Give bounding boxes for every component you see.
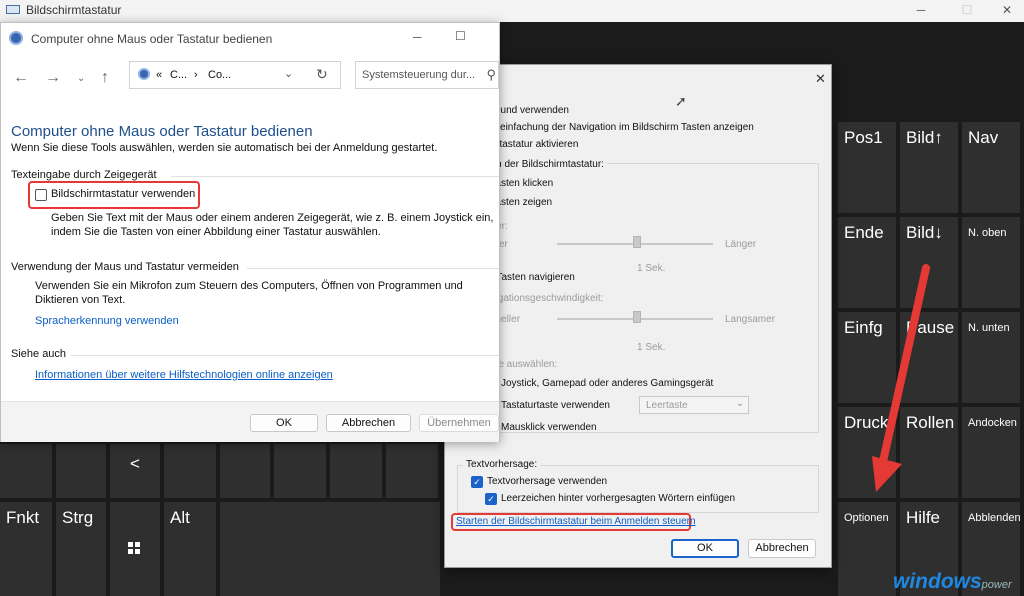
key-n-unten[interactable]: N. unten (962, 312, 1020, 403)
joystick-option[interactable]: Joystick, Gamepad oder anderes Gamingsge… (501, 378, 713, 389)
key-fnkt[interactable]: Fnkt (0, 502, 52, 596)
textvorhersage-label: Textvorhersage verwenden (487, 476, 608, 487)
tastaturtaste-option[interactable]: Tastaturtaste verwenden (501, 400, 610, 411)
key-strg[interactable]: Strg (56, 502, 106, 596)
red-arrow-annotation (872, 264, 930, 492)
section2-desc-1: Verwenden Sie ein Mikrofon zum Steuern d… (35, 280, 463, 292)
key-row4-2[interactable] (56, 444, 106, 498)
search-input[interactable]: Systemsteuerung dur... ⚲ (355, 61, 499, 89)
cancel-button[interactable]: Abbrechen (326, 414, 411, 432)
refresh-icon[interactable]: ↻ (316, 66, 328, 83)
osk-title: Bildschirmtastatur (26, 3, 122, 17)
textvorhersage-group (457, 465, 819, 513)
dialog-cancel-button[interactable]: Abbrechen (748, 539, 816, 558)
mausklick-option[interactable]: Mausklick verwenden (501, 422, 597, 433)
apply-button[interactable]: Übernehmen (419, 414, 499, 432)
key-row4-6[interactable] (274, 444, 326, 498)
page-heading: Computer ohne Maus oder Tastatur bediene… (11, 123, 313, 140)
keyboard-icon (6, 5, 20, 14)
address-dropdown-icon[interactable]: ⌄ (284, 67, 293, 80)
up-button[interactable]: ↑ (101, 69, 109, 87)
laenger-label: Länger (725, 239, 757, 250)
start-at-login-link[interactable]: Starten der Bildschirmtastatur beim Anme… (456, 516, 696, 527)
sek1-label: 1 Sek. (637, 263, 666, 274)
section1-desc-2: indem Sie die Tasten von einer Abbildung… (51, 226, 381, 238)
close-button[interactable]: ✕ (990, 0, 1024, 22)
leerzeichen-checkbox[interactable]: ✓ (485, 493, 497, 505)
ease-of-access-icon (9, 31, 23, 45)
section3-title: Siehe auch (11, 348, 67, 360)
key-pos1[interactable]: Pos1 (838, 122, 896, 213)
speech-recognition-link[interactable]: Spracherkennung verwenden (35, 315, 179, 327)
address-icon (138, 68, 150, 80)
key-row4-1[interactable] (0, 444, 52, 498)
leertaste-select[interactable]: Leertaste ⌄ (639, 396, 749, 414)
chevron-down-icon: ⌄ (735, 398, 744, 409)
osk-checkbox-label[interactable]: Bildschirmtastatur verwenden (51, 188, 195, 200)
sek2-label: 1 Sek. (637, 342, 666, 353)
section3-divider (71, 355, 499, 356)
address-bar[interactable]: « C... › Co... ⌄ ↻ (129, 61, 341, 89)
section1-title: Texteingabe durch Zeigegerät (11, 169, 157, 181)
ease-of-access-window: Computer ohne Maus oder Tastatur bediene… (0, 22, 500, 442)
key-row4-7[interactable] (330, 444, 382, 498)
nav-speed-slider-thumb[interactable] (633, 311, 641, 323)
textvorhersage-checkbox[interactable]: ✓ (471, 476, 483, 488)
leerzeichen-label: Leerzeichen hinter vorhergesagten Wörter… (501, 493, 736, 504)
win1-minimize-button[interactable]: ─ (413, 30, 422, 44)
osk-checkbox[interactable] (35, 189, 47, 201)
search-icon: ⚲ (486, 67, 496, 82)
key-andocken[interactable]: Andocken (962, 407, 1020, 498)
key-windows[interactable] (110, 502, 160, 596)
section2-desc-2: Diktieren von Text. (35, 294, 126, 306)
more-assistive-tech-link[interactable]: Informationen über weitere Hilfstechnolo… (35, 369, 333, 381)
recent-dropdown-button[interactable]: ⌄ (77, 73, 85, 84)
nav-speed-label: avigationsgeschwindigkeit: (485, 293, 604, 304)
intro-text: Wenn Sie diese Tools auswählen, werden s… (11, 142, 438, 154)
key-row4-4[interactable] (164, 444, 216, 498)
options-dialog: ✕ ➚ ksound verwenden Vereinfachung der N… (444, 64, 832, 568)
key-row4-8[interactable] (386, 444, 438, 498)
grp1-title: den der Bildschirmtastatur: (485, 159, 607, 170)
key-alt[interactable]: Alt (164, 502, 216, 596)
key-n-oben[interactable]: N. oben (962, 217, 1020, 308)
key-bild-up[interactable]: Bild↑ (900, 122, 958, 213)
section2-title: Verwendung der Maus und Tastatur vermeid… (11, 261, 239, 273)
minimize-button[interactable]: ─ (898, 0, 944, 22)
dialog-close-button[interactable]: ✕ (815, 71, 826, 87)
key-nav[interactable]: Nav (962, 122, 1020, 213)
forward-button[interactable]: → (45, 69, 61, 87)
maximize-button[interactable]: ☐ (944, 0, 990, 22)
textvorhersage-title: Textvorhersage: (463, 459, 541, 470)
win1-maximize-button[interactable]: ☐ (455, 29, 466, 43)
langsamer-label: Langsamer (725, 314, 776, 325)
section1-desc-1: Geben Sie Text mit der Maus oder einem a… (51, 212, 494, 224)
dialog-ok-button[interactable]: OK (671, 539, 739, 558)
key-space[interactable] (220, 502, 440, 596)
ok-button[interactable]: OK (250, 414, 318, 432)
back-button[interactable]: ← (13, 69, 29, 87)
section2-divider (247, 268, 499, 269)
window-title: Computer ohne Maus oder Tastatur bediene… (31, 32, 273, 46)
duration-slider-thumb[interactable] (633, 236, 641, 248)
key-left-arrow[interactable]: < (110, 444, 160, 498)
dlg-line2: Vereinfachung der Navigation im Bildschi… (485, 122, 754, 133)
osk-titlebar: Bildschirmtastatur ─ ☐ ✕ (0, 0, 1024, 23)
watermark-logo: windowspower (893, 570, 1012, 593)
section1-divider (171, 176, 499, 177)
key-optionen[interactable]: Optionen (838, 502, 896, 596)
key-row4-5[interactable] (220, 444, 270, 498)
windows-logo-icon (128, 542, 140, 554)
mouse-cursor-icon: ➚ (675, 93, 687, 109)
